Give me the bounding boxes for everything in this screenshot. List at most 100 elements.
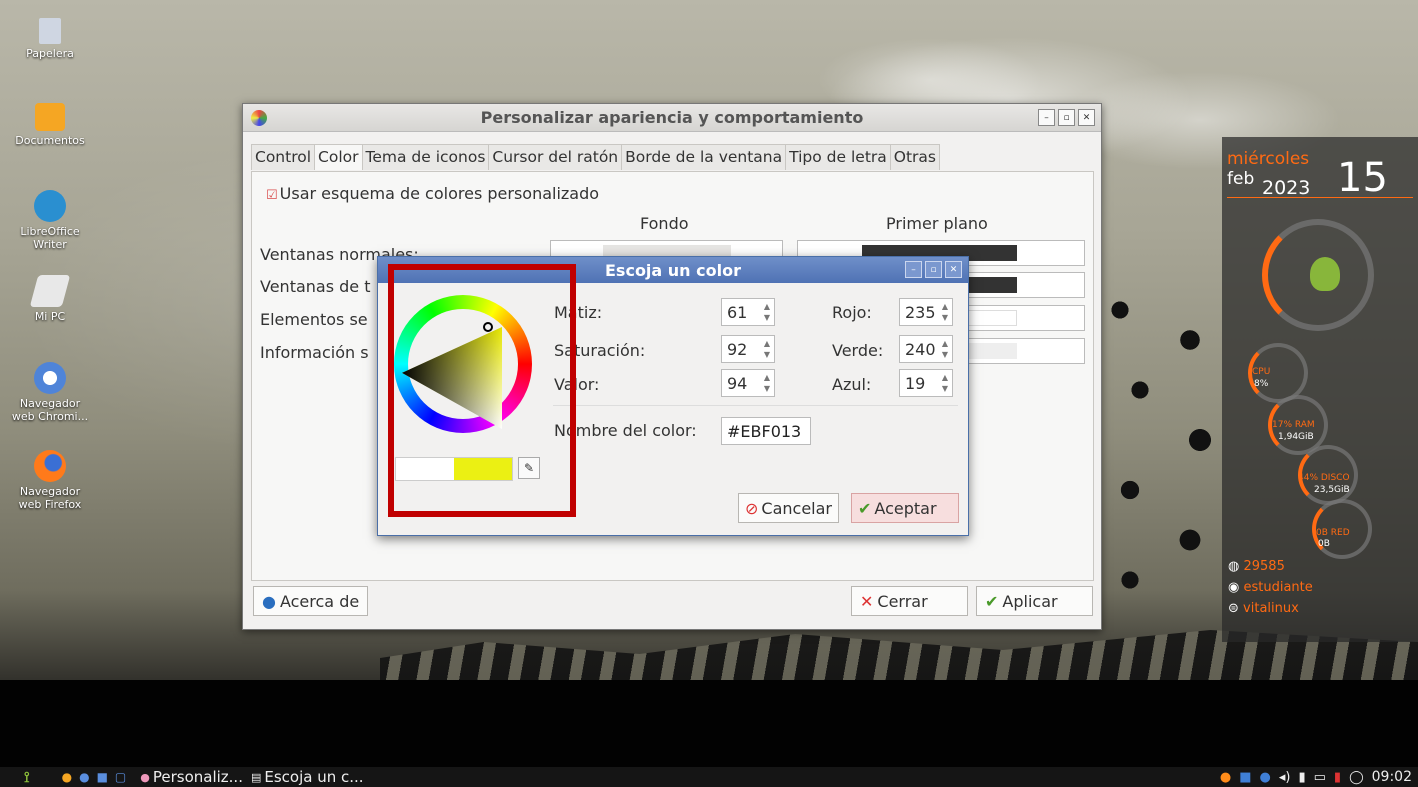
blue-spinner[interactable]: 19 ▲ ▼ (899, 369, 953, 397)
task-appearance[interactable]: ● Personaliz... (140, 768, 243, 786)
desktop-icon-firefox[interactable]: Navegador web Firefox (10, 450, 90, 511)
saturation-spinner[interactable]: 92 ▲ ▼ (721, 335, 775, 363)
ram-value: 1,94GiB (1278, 432, 1314, 442)
tab-other[interactable]: Otras (889, 144, 940, 170)
about-button[interactable]: ● Acerca de (253, 586, 369, 616)
blue-label: Azul: (832, 375, 872, 394)
green-label: Verde: (832, 341, 884, 360)
desktop-icon-documents[interactable]: Documentos (10, 103, 90, 147)
tab-icon-theme[interactable]: Tema de iconos (361, 144, 490, 170)
checkbox-label: Usar esquema de colores personalizado (279, 184, 600, 203)
tab-color[interactable]: Color (314, 144, 363, 170)
folder-icon (35, 103, 65, 131)
battery-icon[interactable]: ▮ (1298, 770, 1305, 785)
desktop-icon-writer[interactable]: LibreOffice Writer (10, 190, 90, 251)
value-value: 94 (727, 373, 748, 393)
task-label: Escoja un c... (264, 768, 364, 786)
green-spinner[interactable]: 240 ▲ ▼ (899, 335, 953, 363)
volume-icon[interactable]: ◂) (1279, 770, 1291, 785)
desktop-icon-chromium[interactable]: Navegador web Chromi... (10, 362, 90, 423)
desktop-icon-label: Papelera (26, 47, 74, 60)
host-icon: ⊜ (1228, 601, 1239, 616)
firefox-icon (34, 450, 66, 482)
spin-arrows-icon[interactable]: ▲ ▼ (942, 372, 948, 394)
net-value: 0B (1318, 539, 1330, 549)
cpu-label: CPU (1252, 367, 1271, 377)
wallpaper-umbrellas (1090, 280, 1230, 610)
dialog-title: Escoja un color (605, 260, 741, 280)
hue-value: 61 (727, 302, 748, 322)
network-globe-icon[interactable]: ● (1260, 770, 1271, 785)
start-menu-icon[interactable]: ⟟ (24, 768, 30, 786)
user-icon: ◉ (1228, 580, 1240, 595)
computer-icon (29, 275, 71, 307)
hue-spinner[interactable]: 61 ▲ ▼ (721, 298, 775, 326)
dialog-maximize-button[interactable]: ▫ (925, 261, 942, 278)
desktop-icon-label: Navegador web Firefox (18, 485, 82, 511)
highlight-frame (388, 264, 576, 517)
close-window-button[interactable]: ✕ (1078, 109, 1095, 126)
task-color-chooser[interactable]: ▤ Escoja un c... (251, 768, 364, 786)
desktop-launcher-icon[interactable]: ▢ (115, 770, 126, 784)
dialog-minimize-button[interactable]: – (905, 261, 922, 278)
terminal-launcher-icon[interactable]: ■ (97, 770, 108, 784)
color-name-input[interactable]: #EBF013 (721, 417, 811, 445)
minimize-button[interactable]: – (1038, 109, 1055, 126)
system-tray: ● ■ ● ◂) ▮ ▭ ▮ ◯ 09:02 (1220, 769, 1418, 785)
tab-control[interactable]: Control (251, 144, 316, 170)
close-button[interactable]: ✕ Cerrar (851, 586, 968, 616)
accept-button-label: Aceptar (874, 498, 937, 518)
tab-window-border[interactable]: Borde de la ventana (621, 144, 787, 170)
uptime-icon: ◍ (1228, 559, 1240, 574)
desktop-icon-label: Documentos (15, 134, 85, 147)
close-button-label: Cerrar (877, 591, 928, 611)
launcher-icons: ● ● ■ ▢ (62, 770, 127, 784)
month: feb (1227, 169, 1255, 189)
spin-arrows-icon[interactable]: ▲ ▼ (764, 338, 770, 360)
display-icon[interactable]: ▭ (1314, 770, 1326, 785)
value-spinner[interactable]: 94 ▲ ▼ (721, 369, 775, 397)
desktop-icon-label: LibreOffice Writer (20, 225, 80, 251)
cancel-button[interactable]: ⊘ Cancelar (738, 493, 839, 523)
column-header-background: Fondo (640, 214, 689, 233)
desktop-icon-label: Mi PC (34, 310, 66, 323)
desktop-icon-mypc[interactable]: Mi PC (10, 275, 90, 323)
files-launcher-icon[interactable]: ● (62, 770, 72, 784)
notes-icon[interactable]: ■ (1239, 770, 1251, 785)
system-monitor-widget: miércoles feb 2023 15 CPU 8% 17% RAM 1,9… (1222, 137, 1418, 642)
tab-bar: Control Color Tema de iconos Cursor del … (243, 132, 1101, 170)
tab-font[interactable]: Tipo de letra (785, 144, 891, 170)
day: 15 (1337, 155, 1388, 201)
clock[interactable]: 09:02 (1372, 769, 1412, 785)
window-titlebar[interactable]: Personalizar apariencia y comportamiento… (243, 104, 1101, 132)
accept-button[interactable]: ✔ Aceptar (851, 493, 959, 523)
row-label-info: Información s (260, 343, 369, 362)
custom-scheme-checkbox[interactable]: ☑ Usar esquema de colores personalizado (266, 184, 599, 203)
host-value: vitalinux (1243, 601, 1299, 616)
wallpaper-ground (0, 680, 1418, 770)
chat-icon[interactable]: ◯ (1349, 770, 1364, 785)
date-underline (1227, 197, 1413, 198)
spin-arrows-icon[interactable]: ▲ ▼ (942, 338, 948, 360)
about-button-label: Acerca de (279, 591, 360, 611)
usb-icon[interactable]: ▮ (1334, 770, 1341, 785)
browser-launcher-icon[interactable]: ● (79, 770, 89, 784)
apply-button[interactable]: ✔ Aplicar (976, 586, 1093, 616)
close-icon: ✕ (860, 591, 874, 611)
maximize-button[interactable]: ▫ (1058, 109, 1075, 126)
uptime-row: ◍ 29585 (1228, 559, 1285, 574)
chromium-icon (34, 362, 66, 394)
desktop-icon-label: Navegador web Chromi... (11, 397, 89, 423)
spin-arrows-icon[interactable]: ▲ ▼ (764, 301, 770, 323)
updates-icon[interactable]: ● (1220, 770, 1231, 785)
dialog-close-button[interactable]: ✕ (945, 261, 962, 278)
user-value: estudiante (1243, 580, 1313, 595)
tab-cursor[interactable]: Cursor del ratón (488, 144, 623, 170)
red-spinner[interactable]: 235 ▲ ▼ (899, 298, 953, 326)
desktop-icon-trash[interactable]: Papelera (10, 18, 90, 60)
spin-arrows-icon[interactable]: ▲ ▼ (942, 301, 948, 323)
app-icon: ● (140, 770, 150, 784)
writer-icon (34, 190, 66, 222)
spin-arrows-icon[interactable]: ▲ ▼ (764, 372, 770, 394)
window-icon: ▤ (250, 770, 262, 784)
